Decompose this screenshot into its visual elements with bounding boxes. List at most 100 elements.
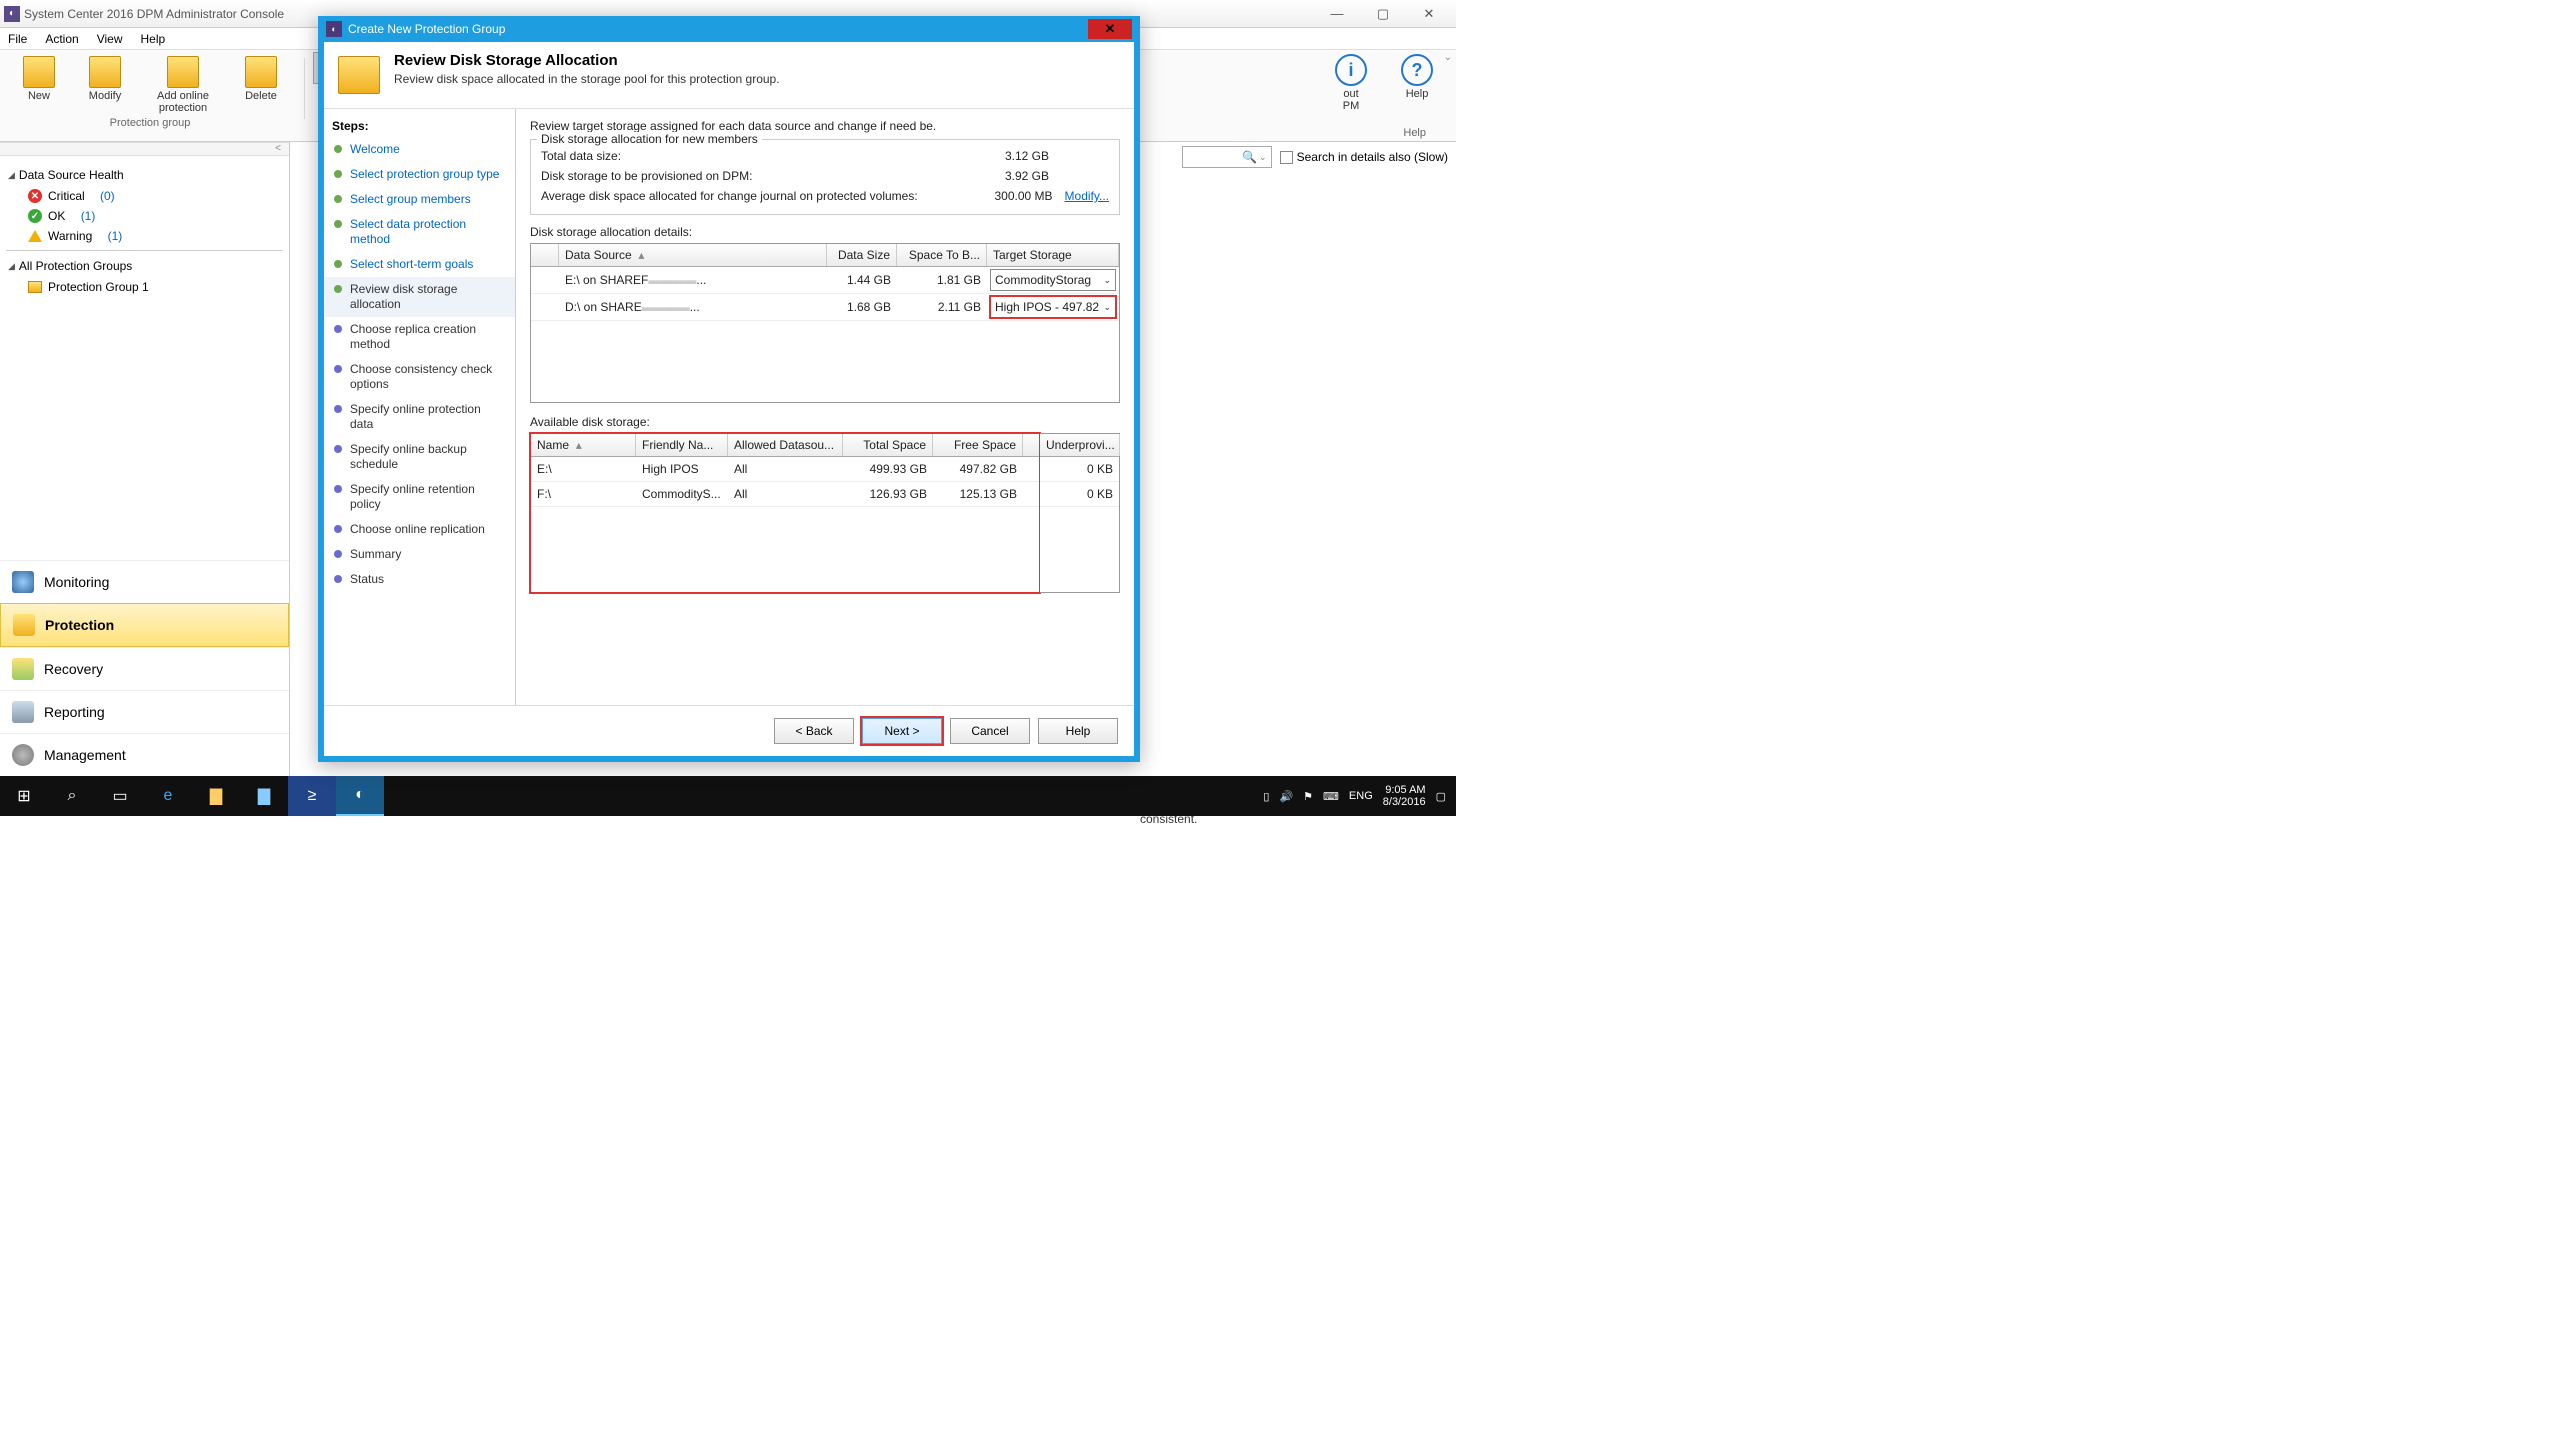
tray-network-icon[interactable]: ▯ [1263, 790, 1269, 803]
step-label: Select group members [350, 192, 471, 207]
taskbar-powershell-icon[interactable]: ≥ [288, 776, 336, 816]
tray-volume-icon[interactable]: 🔊 [1279, 790, 1293, 803]
search-details-checkbox[interactable]: Search in details also (Slow) [1280, 150, 1448, 164]
tray-notifications-icon[interactable]: ▢ [1436, 790, 1446, 803]
search-input[interactable]: 🔍⌄ [1182, 146, 1272, 168]
tray-language[interactable]: ENG [1349, 790, 1373, 802]
taskbar-explorer-icon[interactable]: ▇ [192, 776, 240, 816]
col-free[interactable]: Free Space [933, 434, 1023, 456]
nav-recovery[interactable]: Recovery [0, 647, 289, 690]
delete-button[interactable]: Delete [228, 54, 294, 114]
content-intro: Review target storage assigned for each … [530, 119, 1120, 133]
col-friendly[interactable]: Friendly Na... [636, 434, 728, 456]
col-total[interactable]: Total Space [843, 434, 933, 456]
task-view-icon[interactable]: ▭ [96, 776, 144, 816]
wizard-step-11: Choose online replication [324, 517, 515, 542]
menu-help[interactable]: Help [141, 32, 166, 46]
modify-button[interactable]: Modify [72, 54, 138, 114]
taskbar-ie-icon[interactable]: e [144, 776, 192, 816]
close-button[interactable]: ✕ [1406, 2, 1452, 26]
tray-clock[interactable]: 9:05 AM 8/3/2016 [1383, 784, 1426, 808]
nav-reporting[interactable]: Reporting [0, 690, 289, 733]
col-underprov[interactable]: Underprovi... [1040, 434, 1120, 456]
step-bullet-icon [334, 285, 342, 293]
dialog-close-button[interactable]: ✕ [1088, 19, 1132, 39]
col-data-size[interactable]: Data Size [827, 244, 897, 266]
available-label: Available disk storage: [530, 415, 1120, 429]
shield-icon [13, 614, 35, 636]
maximize-button[interactable]: ▢ [1360, 2, 1406, 26]
available-row[interactable]: F:\CommodityS...All126.93 GB125.13 GB [531, 482, 1040, 507]
col-space-to-be[interactable]: Space To B... [897, 244, 987, 266]
monitor-icon [12, 571, 34, 593]
available-row[interactable]: E:\High IPOSAll499.93 GB497.82 GB [531, 457, 1040, 482]
step-bullet-icon [334, 170, 342, 178]
menu-view[interactable]: View [97, 32, 123, 46]
tree-all-protection-groups[interactable]: ◢All Protection Groups [6, 255, 283, 277]
new-button[interactable]: New [6, 54, 72, 114]
step-bullet-icon [334, 260, 342, 268]
menu-action[interactable]: Action [45, 32, 78, 46]
wizard-step-2[interactable]: Select group members [324, 187, 515, 212]
wizard-step-0[interactable]: Welcome [324, 137, 515, 162]
wizard-step-3[interactable]: Select data protection method [324, 212, 515, 252]
collapse-handle[interactable]: < [0, 142, 289, 156]
step-label: Choose consistency check options [350, 362, 507, 392]
dialog-footer: < Back Next > Cancel Help [324, 705, 1134, 756]
wizard-step-4[interactable]: Select short-term goals [324, 252, 515, 277]
help-button[interactable]: ?Help [1384, 52, 1450, 112]
tree-ok[interactable]: ✓OK (1) [6, 206, 283, 226]
wizard-step-6: Choose replica creation method [324, 317, 515, 357]
cancel-button[interactable]: Cancel [950, 718, 1030, 744]
modify-link[interactable]: Modify... [1065, 189, 1109, 203]
step-bullet-icon [334, 550, 342, 558]
tree-protection-group-1[interactable]: Protection Group 1 [6, 277, 283, 297]
dialog-help-button[interactable]: Help [1038, 718, 1118, 744]
minimize-button[interactable]: — [1314, 2, 1360, 26]
col-target-storage[interactable]: Target Storage [987, 244, 1119, 266]
step-label: Review disk storage allocation [350, 282, 507, 312]
step-bullet-icon [334, 195, 342, 203]
wizard-step-5: Review disk storage allocation [324, 277, 515, 317]
taskbar-search-icon[interactable]: ⌕ [48, 776, 96, 816]
nav-protection[interactable]: Protection [0, 603, 289, 647]
start-button[interactable]: ⊞ [0, 776, 48, 816]
tray-flag-icon[interactable]: ⚑ [1303, 790, 1313, 803]
total-size-value: 3.12 GB [959, 149, 1049, 163]
target-storage-combo[interactable]: High IPOS - 497.82⌄ [990, 296, 1116, 318]
reporting-icon [12, 701, 34, 723]
col-allowed[interactable]: Allowed Datasou... [728, 434, 843, 456]
step-bullet-icon [334, 525, 342, 533]
tree-warning[interactable]: Warning (1) [6, 226, 283, 246]
step-bullet-icon [334, 325, 342, 333]
tree-data-source-health[interactable]: ◢Data Source Health [6, 164, 283, 186]
step-label: Select data protection method [350, 217, 507, 247]
wizard-steps: Steps: WelcomeSelect protection group ty… [324, 109, 516, 705]
details-row[interactable]: E:\ on SHAREF▬▬▬▬...1.44 GB1.81 GBCommod… [531, 267, 1119, 294]
provisioned-label: Disk storage to be provisioned on DPM: [541, 169, 959, 183]
gear-icon [12, 744, 34, 766]
tree-critical[interactable]: ✕Critical (0) [6, 186, 283, 206]
taskbar: ⊞ ⌕ ▭ e ▇ ▇ ≥ ◐ ▯ 🔊 ⚑ ⌨ ENG 9:05 AM 8/3/… [0, 776, 1456, 816]
col-data-source[interactable]: Data Source ▴ [559, 244, 827, 266]
avg-journal-value: 300.00 MB [963, 189, 1053, 203]
dialog-app-icon: ◐ [326, 21, 342, 37]
details-row[interactable]: D:\ on SHARE▬▬▬▬...1.68 GB2.11 GBHigh IP… [531, 294, 1119, 321]
app-icon: ◐ [4, 6, 20, 22]
target-storage-combo[interactable]: CommodityStorag⌄ [990, 269, 1116, 291]
nav-monitoring[interactable]: Monitoring [0, 560, 289, 603]
tray-keyboard-icon[interactable]: ⌨ [1323, 790, 1339, 803]
add-online-protection-button[interactable]: Add online protection [138, 54, 228, 114]
nav-management[interactable]: Management [0, 733, 289, 776]
taskbar-dpm-icon[interactable]: ◐ [336, 776, 384, 816]
ribbon-collapse-icon[interactable]: ⌄ [1444, 52, 1452, 63]
back-button[interactable]: < Back [774, 718, 854, 744]
menu-file[interactable]: File [8, 32, 27, 46]
new-folder-icon [23, 56, 55, 88]
next-button[interactable]: Next > [862, 718, 942, 744]
taskbar-server-manager-icon[interactable]: ▇ [240, 776, 288, 816]
create-protection-group-dialog: ◐ Create New Protection Group ✕ Review D… [318, 16, 1140, 762]
col-name[interactable]: Name ▴ [531, 434, 636, 456]
wizard-step-1[interactable]: Select protection group type [324, 162, 515, 187]
about-button[interactable]: iout PM [1318, 52, 1384, 112]
